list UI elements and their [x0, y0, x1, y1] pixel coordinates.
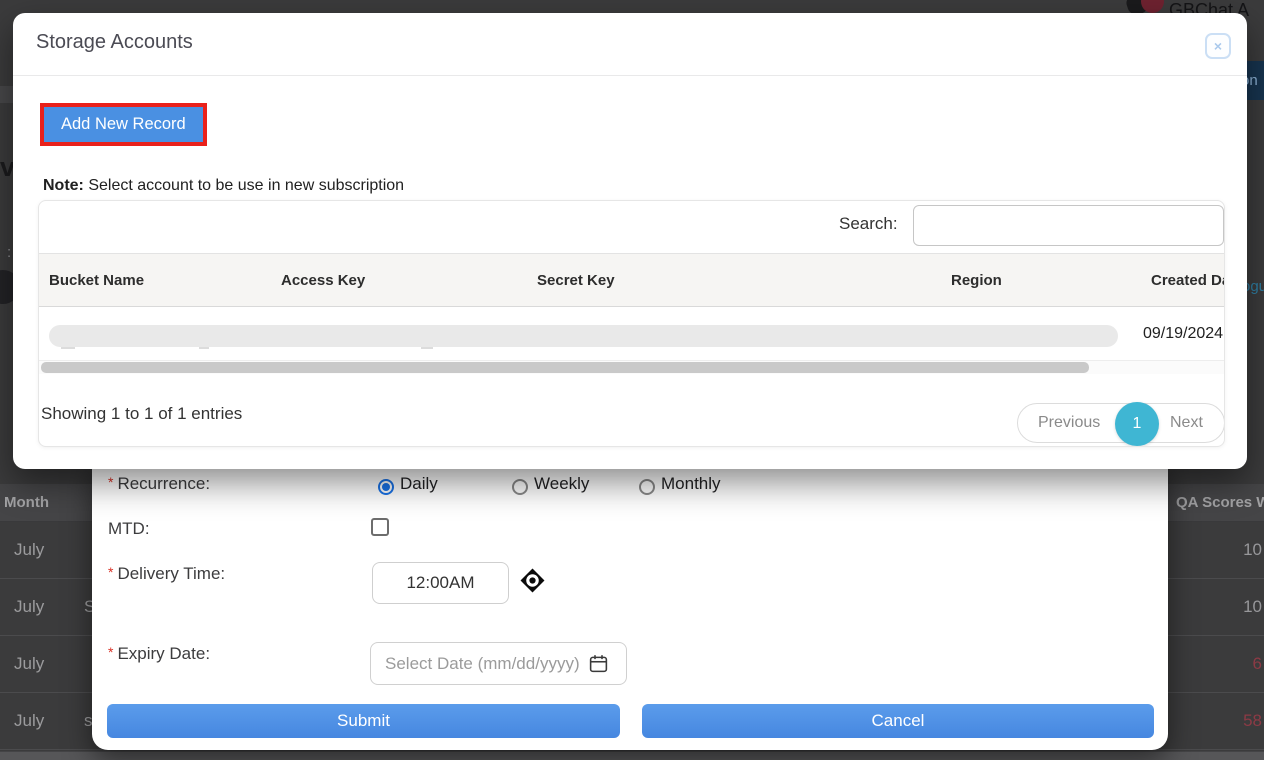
column-header-month: Month — [4, 494, 49, 511]
recurrence-monthly-label: Monthly — [661, 474, 721, 494]
next-page-button[interactable]: Next — [1170, 414, 1203, 432]
accounts-table-card: Search: Bucket Name Access Key Secret Ke… — [38, 200, 1225, 447]
add-new-record-button[interactable]: Add New Record — [44, 107, 203, 142]
blurred-text-mark — [61, 347, 75, 349]
redacted-account-data — [49, 325, 1118, 347]
score-cell: 58 — [1243, 711, 1262, 731]
required-asterisk: * — [108, 564, 113, 580]
recurrence-weekly-label: Weekly — [534, 474, 589, 494]
recurrence-label: *Recurrence: — [108, 474, 210, 494]
showing-entries-text: Showing 1 to 1 of 1 entries — [41, 404, 242, 424]
previous-page-button[interactable]: Previous — [1038, 414, 1100, 432]
background-footer-band — [0, 751, 1264, 760]
expiry-date-label: *Expiry Date: — [108, 644, 210, 664]
column-header-secret-key[interactable]: Secret Key — [537, 272, 615, 289]
column-header-bucket-name[interactable]: Bucket Name — [49, 272, 144, 289]
recurrence-daily-radio[interactable] — [378, 479, 394, 495]
header-divider — [13, 75, 1247, 76]
note-text: Note: Select account to be use in new su… — [43, 177, 404, 195]
required-asterisk: * — [108, 474, 113, 490]
storage-accounts-modal: Storage Accounts × Add New Record Note: … — [13, 13, 1247, 469]
close-icon[interactable]: × — [1205, 33, 1231, 59]
blurred-text-mark — [421, 347, 433, 349]
month-cell: July — [14, 654, 44, 674]
search-label: Search: — [839, 214, 898, 234]
screen: GBChat A on ve : ogu Month QA Scores W J… — [0, 0, 1264, 760]
score-cell: 10 — [1243, 597, 1262, 617]
score-cell: 10 — [1243, 540, 1262, 560]
background-text-fragment: : — [7, 244, 11, 261]
delivery-time-label: *Delivery Time: — [108, 564, 225, 584]
add-new-record-highlight: Add New Record — [40, 103, 207, 146]
account-row[interactable]: ( g ) 09/19/2024 — [39, 307, 1225, 361]
subscription-form-modal: *Recurrence: Daily Weekly Monthly MTD: *… — [92, 460, 1168, 750]
column-header-created-date[interactable]: Created Dat — [1151, 272, 1225, 289]
pagination: Previous 1 Next — [1017, 403, 1225, 443]
time-picker-target-icon[interactable] — [520, 568, 545, 593]
month-cell: July — [14, 711, 44, 731]
mtd-label: MTD: — [108, 519, 150, 539]
calendar-icon[interactable] — [588, 653, 609, 674]
delivery-time-input[interactable] — [372, 562, 509, 604]
page-1-button[interactable]: 1 — [1115, 402, 1159, 446]
recurrence-daily-label: Daily — [400, 474, 438, 494]
submit-button[interactable]: Submit — [107, 704, 620, 738]
scrollbar-thumb[interactable] — [41, 362, 1089, 373]
month-cell: July — [14, 540, 44, 560]
horizontal-scrollbar[interactable] — [39, 361, 1225, 374]
modal-title: Storage Accounts — [36, 31, 193, 54]
required-asterisk: * — [108, 644, 113, 660]
recurrence-monthly-radio[interactable] — [639, 479, 655, 495]
note-label: Note: — [43, 177, 84, 194]
recurrence-weekly-radio[interactable] — [512, 479, 528, 495]
column-header-region[interactable]: Region — [951, 272, 1002, 289]
background-row-band — [0, 86, 13, 103]
accounts-table-header: Bucket Name Access Key Secret Key Region… — [39, 253, 1225, 307]
cancel-button[interactable]: Cancel — [642, 704, 1154, 738]
blurred-text-mark — [199, 347, 209, 349]
column-header-qa-scores: QA Scores W — [1176, 494, 1264, 511]
month-cell: July — [14, 597, 44, 617]
column-header-access-key[interactable]: Access Key — [281, 272, 365, 289]
score-cell: 6 — [1253, 654, 1262, 674]
created-date-cell: 09/19/2024 — [1143, 325, 1223, 343]
search-input[interactable] — [913, 205, 1224, 246]
mtd-checkbox[interactable] — [371, 518, 389, 536]
